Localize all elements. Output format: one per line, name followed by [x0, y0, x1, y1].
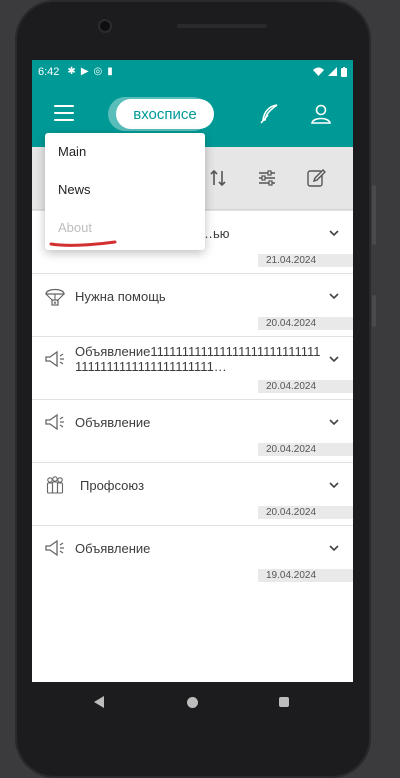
recents-icon[interactable] [279, 697, 289, 707]
post-title: Нужна помощь [75, 288, 166, 304]
post-date: 20.04.2024 [258, 380, 353, 393]
navigation-dropdown-menu: Main News About [45, 133, 205, 250]
menu-item-main[interactable]: Main [45, 133, 205, 171]
status-bar: 6:42 ✱ ▶ ◎ ▮ [32, 60, 353, 83]
sd-card-icon: ▮ [107, 66, 113, 77]
post-date: 19.04.2024 [258, 569, 353, 582]
list-item[interactable]: Объявление 20.04.2024 [32, 399, 353, 456]
system-nav-bar [32, 682, 353, 724]
power-button [372, 295, 376, 327]
sort-icon[interactable] [207, 167, 229, 189]
post-date: 20.04.2024 [258, 317, 353, 330]
menu-hamburger-icon[interactable] [54, 105, 74, 121]
chevron-down-icon[interactable] [327, 415, 341, 429]
profile-icon[interactable] [308, 101, 334, 127]
wifi-icon [313, 67, 324, 76]
battery-icon [341, 66, 347, 77]
play-protect-icon: ▶ [80, 66, 89, 77]
chevron-down-icon[interactable] [327, 289, 341, 303]
settings-status-icon: ✱ [67, 66, 76, 77]
post-title: Объявление [75, 414, 151, 430]
post-title: Объявление [75, 540, 151, 556]
post-title: Профсоюз [80, 477, 145, 493]
post-title: Объявление111111111111111111111111111111… [75, 344, 321, 374]
list-item[interactable]: Нужна помощь 20.04.2024 [32, 273, 353, 330]
edit-icon[interactable] [305, 167, 327, 189]
back-icon[interactable] [94, 696, 104, 708]
signal-icon [328, 67, 337, 76]
megaphone-icon [45, 413, 64, 431]
app-logo: вхосписе [116, 99, 214, 129]
megaphone-icon [45, 350, 64, 368]
feather-icon[interactable] [256, 101, 282, 127]
chevron-down-icon[interactable] [327, 226, 341, 240]
red-underline-annotation [49, 240, 117, 247]
post-list: …ью 21.04.2024 Нужна помощь 20.04.2024 О… [32, 210, 353, 582]
post-date: 20.04.2024 [258, 506, 353, 519]
parachute-icon [45, 288, 65, 306]
megaphone-icon [45, 539, 64, 557]
list-item[interactable]: Профсоюз 20.04.2024 [32, 462, 353, 519]
post-date: 21.04.2024 [258, 254, 353, 267]
front-camera [100, 21, 110, 31]
group-icon [46, 476, 64, 494]
home-icon[interactable] [187, 697, 198, 708]
volume-button [372, 185, 376, 245]
device-background: 6:42 ✱ ▶ ◎ ▮ вхосписе …ью 21.04.2024 Нуж… [0, 0, 400, 778]
filter-sliders-icon[interactable] [256, 167, 278, 189]
chevron-down-icon[interactable] [327, 352, 341, 366]
sync-status-icon: ◎ [93, 66, 103, 77]
menu-item-news[interactable]: News [45, 171, 205, 209]
list-item[interactable]: Объявление 19.04.2024 [32, 525, 353, 582]
app-screen: 6:42 ✱ ▶ ◎ ▮ вхосписе …ью 21.04.2024 Нуж… [32, 60, 353, 682]
chevron-down-icon[interactable] [327, 541, 341, 555]
earpiece-speaker [177, 24, 267, 28]
status-time: 6:42 [38, 65, 60, 78]
post-date: 20.04.2024 [258, 443, 353, 456]
list-item[interactable]: Объявление111111111111111111111111111111… [32, 336, 353, 393]
chevron-down-icon[interactable] [327, 478, 341, 492]
